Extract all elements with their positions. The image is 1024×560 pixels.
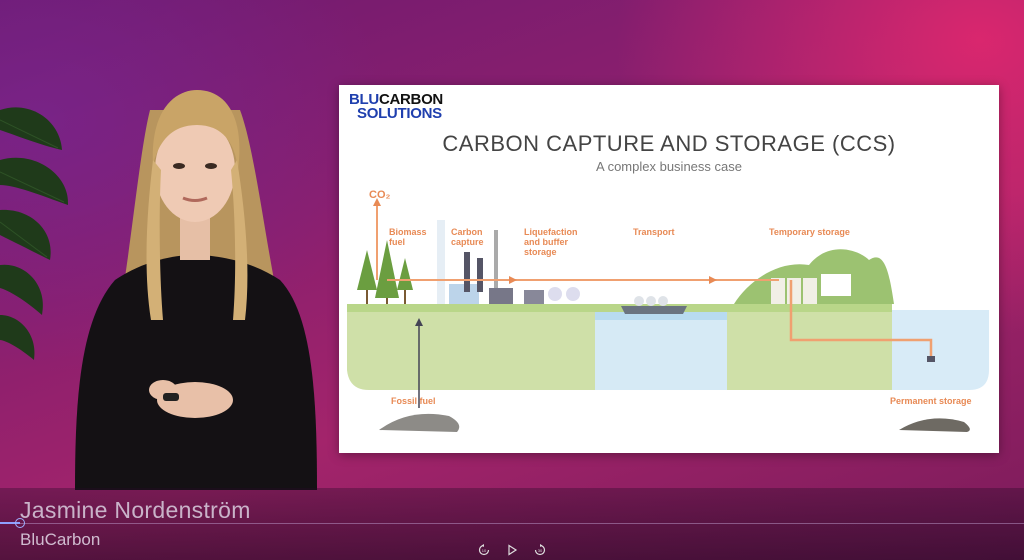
co2-label: CO₂ bbox=[369, 189, 391, 201]
label-biomass-line2: fuel bbox=[389, 237, 406, 247]
presentation-slide: BLUCARBON SOLUTIONS CARBON CAPTURE AND S… bbox=[339, 85, 999, 453]
rewind-10-icon[interactable]: 10 bbox=[478, 544, 490, 556]
label-liquefaction-line1: Liquefaction bbox=[524, 227, 578, 237]
label-liquefaction: Liquefaction and buffer storage bbox=[524, 227, 578, 257]
label-capture-line2: capture bbox=[451, 237, 484, 247]
label-temporary-storage: Temporary storage bbox=[769, 227, 850, 237]
label-fossil-fuel: Fossil fuel bbox=[391, 396, 436, 406]
label-permanent-storage: Permanent storage bbox=[890, 396, 972, 406]
label-liquefaction-line2: and buffer bbox=[524, 237, 568, 247]
speaker-company: BluCarbon bbox=[20, 530, 101, 549]
brand-solutions: SOLUTIONS bbox=[357, 105, 442, 122]
label-capture: Carbon capture bbox=[451, 227, 484, 247]
progress-handle[interactable] bbox=[15, 518, 25, 528]
label-transport: Transport bbox=[633, 227, 675, 237]
forward-30-icon[interactable]: 30 bbox=[534, 544, 546, 556]
label-biomass-line1: Biomass bbox=[389, 227, 427, 237]
rewind-label: 10 bbox=[482, 548, 487, 553]
slide-title: CARBON CAPTURE AND STORAGE (CCS) bbox=[442, 131, 896, 156]
slide-subtitle: A complex business case bbox=[596, 159, 742, 174]
label-biomass: Biomass fuel bbox=[389, 227, 427, 247]
label-liquefaction-line3: storage bbox=[524, 247, 557, 257]
presenter-figure bbox=[75, 90, 317, 490]
forward-label: 30 bbox=[538, 548, 543, 553]
progress-bar[interactable] bbox=[0, 523, 1024, 524]
playback-controls: 10 30 bbox=[478, 543, 548, 557]
speaker-name: Jasmine Nordenström bbox=[20, 497, 251, 523]
play-icon[interactable] bbox=[506, 544, 518, 556]
ccs-diagram bbox=[347, 198, 989, 432]
video-stage: BLUCARBON SOLUTIONS CARBON CAPTURE AND S… bbox=[0, 0, 1024, 560]
brand-logo: BLUCARBON SOLUTIONS bbox=[349, 92, 443, 122]
label-capture-line1: Carbon bbox=[451, 227, 483, 237]
